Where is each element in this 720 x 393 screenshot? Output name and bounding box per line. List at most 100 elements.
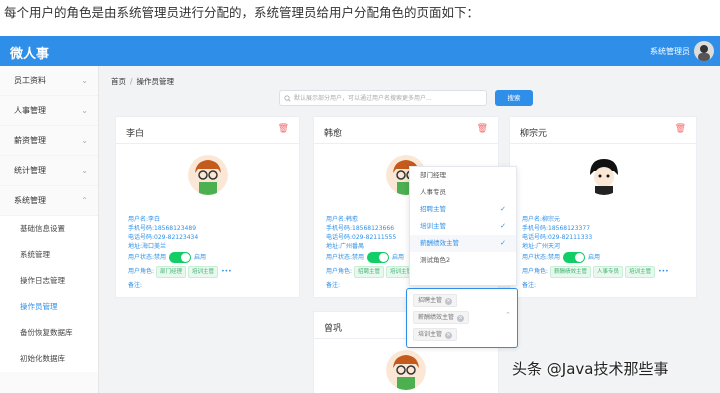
tel-field: 电话号码:029-82111333 [522,234,593,241]
role-multiselect-input[interactable]: 招聘主管 × 薪酬绩效主管 × 培训主管 × ⌃ [406,288,518,348]
card-title: 李白 [126,129,145,139]
status-toggle[interactable] [169,252,192,263]
status-enabled-label: 启用 [588,254,601,261]
role-tag: 部门经理 [156,266,187,278]
avatar [584,155,624,195]
main-content: 首页 / 操作员管理 默认展示部分用户，可以通过用户名搜索更多用户... 搜索 李白… [99,66,720,393]
role-option-label: 人事专员 [420,188,446,196]
chevron-up-icon: ⌃ [81,196,88,205]
role-option-label: 招聘主管 [420,205,446,213]
user-info: 用户名:柳宗元 手机号码:18568123377 电话号码:029-821113… [522,215,592,251]
close-icon[interactable]: × [457,315,465,322]
selected-role-tag: 薪酬绩效主管 × [413,311,470,324]
card-title: 曾巩 [324,324,343,334]
role-option-label: 培训主管 [420,222,446,230]
page-caption: 每个用户的角色是由系统管理员进行分配的，系统管理员给用户分配角色的页面如下： [4,5,480,20]
search-button-label: 搜索 [507,94,521,102]
user-status: 用户状态:禁用 启用 [522,252,600,263]
trash-icon[interactable]: 🗑 [278,124,289,134]
user-avatar[interactable] [694,41,714,61]
status-enabled-label: 启用 [392,254,405,261]
more-roles-button[interactable]: ••• [658,268,669,275]
phone-field: 手机号码:18568123666 [326,225,395,232]
username-field: 用户名:柳宗元 [522,216,561,223]
status-toggle[interactable] [367,252,390,263]
selected-role-tag: 培训主管 × [413,328,458,341]
status-label: 用户状态: [326,254,353,261]
watermark: 头条 @Java技术那些事 [512,360,669,378]
role-option-label: 测试角色2 [420,256,451,264]
role-option[interactable]: 人事专员 [410,184,516,201]
username-field: 用户名:韩愈 [326,216,359,223]
card-title: 韩愈 [324,129,343,139]
roles-label: 用户角色: [128,268,155,275]
app-window: 微人事 系统管理员 员工资料 ⌄ 人事管理 ⌄ 薪资管理 ⌄ 统计管理 ⌄ 系统管理 ⌃ … [0,36,720,393]
sidebar-item-system[interactable]: 系统管理 ⌃ [0,186,98,216]
selected-role-label: 薪酬绩效主管 [418,314,455,321]
selected-role-label: 招聘主管 [418,297,443,304]
chevron-down-icon: ⌄ [81,136,88,145]
sidebar-item-hr[interactable]: 人事管理 ⌄ [0,96,98,126]
sidebar-subitem-operation-log[interactable]: 操作日志管理 [0,268,98,294]
phone-field: 手机号码:18568123489 [128,225,197,232]
status-label: 用户状态: [128,254,155,261]
role-tag: 薪酬绩效主管 [550,266,592,278]
sidebar-item-label: 人事管理 [14,106,46,115]
sidebar-item-salary[interactable]: 薪资管理 ⌄ [0,126,98,156]
remark-field: 备注: [128,282,143,289]
sidebar-item-label: 员工资料 [14,76,46,85]
breadcrumb: 首页 / 操作员管理 [111,76,174,87]
role-tag: 培训主管 [188,266,219,278]
sidebar-subitem-system-manage[interactable]: 系统管理 [0,242,98,268]
top-bar: 微人事 系统管理员 [0,36,720,66]
avatar [188,155,228,195]
user-roles: 用户角色: 部门经理 培训主管 ••• [128,266,232,278]
close-icon[interactable]: × [445,332,453,339]
role-option[interactable]: 薪酬绩效主管 ✓ [410,235,516,252]
tel-field: 电话号码:029-82111555 [326,234,397,241]
more-roles-button[interactable]: ••• [221,268,232,275]
user-status: 用户状态:禁用 启用 [326,252,404,263]
sidebar-subitem-operator-manage[interactable]: 操作员管理 [0,294,98,320]
sidebar-subitem-backup-db[interactable]: 备份恢复数据库 [0,320,98,346]
role-option[interactable]: 培训主管 ✓ [410,218,516,235]
sidebar-item-employee-info[interactable]: 员工资料 ⌄ [0,66,98,96]
status-disabled-label: 禁用 [154,254,167,261]
tel-field: 电话号码:029-82123434 [128,234,199,241]
user-info: 用户名:李白 手机号码:18568123489 电话号码:029-8212343… [128,215,198,251]
current-user-name[interactable]: 系统管理员 [650,46,690,57]
trash-icon[interactable]: 🗑 [675,124,686,134]
breadcrumb-separator: / [130,77,133,86]
user-card: 李白 🗑 用户名:李白 手机号码:18568123489 电话号码:029-82… [115,116,300,298]
status-enabled-label: 启用 [194,254,207,261]
search-input[interactable]: 默认展示部分用户，可以通过用户名搜索更多用户... [279,90,487,106]
card-title: 柳宗元 [520,129,548,139]
trash-icon[interactable]: 🗑 [477,124,488,134]
sidebar-item-label: 薪资管理 [14,136,46,145]
status-disabled-label: 禁用 [548,254,561,261]
sidebar-subitem-basic-settings[interactable]: 基础信息设置 [0,216,98,242]
role-option[interactable]: 招聘主管 ✓ [410,201,516,218]
user-roles: 用户角色: 薪酬绩效主管 人事专员 培训主管 ••• [522,266,669,278]
status-disabled-label: 禁用 [352,254,365,261]
check-icon: ✓ [500,205,506,213]
check-icon: ✓ [500,239,506,247]
avatar [386,350,426,390]
role-option[interactable]: 部门经理 [410,167,516,184]
selected-role-tag: 招聘主管 × [413,294,458,307]
close-icon[interactable]: × [445,298,453,305]
chevron-up-icon: ⌃ [505,311,511,319]
card-divider [510,143,696,144]
chevron-down-icon: ⌄ [81,106,88,115]
role-tag: 培训主管 [625,266,656,278]
breadcrumb-current: 操作员管理 [136,77,175,86]
status-toggle[interactable] [563,252,586,263]
role-option[interactable]: 测试角色2 [410,252,516,269]
roles-label: 用户角色: [326,268,353,275]
breadcrumb-home[interactable]: 首页 [111,77,126,86]
sidebar-item-statistics[interactable]: 统计管理 ⌄ [0,156,98,186]
search-button[interactable]: 搜索 [495,90,533,106]
sidebar-subitem-init-db[interactable]: 初始化数据库 [0,346,98,372]
sidebar: 员工资料 ⌄ 人事管理 ⌄ 薪资管理 ⌄ 统计管理 ⌄ 系统管理 ⌃ 基础信息设置 系统管… [0,66,99,393]
address-field: 地址:海口美兰 [128,243,167,250]
